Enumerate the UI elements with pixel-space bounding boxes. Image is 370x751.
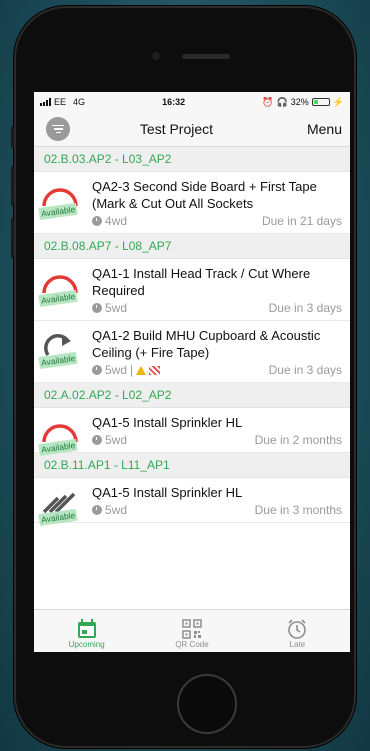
volume-down-button bbox=[11, 218, 14, 258]
task-row[interactable]: Available QA1-5 Install Sprinkler HL 5wd… bbox=[34, 478, 350, 526]
duration-icon bbox=[92, 365, 102, 375]
task-due: Due in 21 days bbox=[261, 214, 342, 228]
tab-bar: Upcoming QR Code Late bbox=[34, 609, 350, 652]
nav-bar: Test Project Menu bbox=[34, 112, 350, 147]
battery-percent: 32% bbox=[290, 97, 309, 107]
status-icon-wrap: Available bbox=[38, 329, 84, 369]
page-title: Test Project bbox=[139, 121, 214, 137]
task-meta: 4wd Due in 21 days bbox=[92, 212, 350, 233]
tab-upcoming[interactable]: Upcoming bbox=[34, 610, 139, 652]
task-title: QA1-5 Install Sprinkler HL bbox=[92, 415, 243, 430]
menu-button[interactable]: Menu bbox=[307, 121, 342, 137]
warning-icon bbox=[136, 365, 147, 375]
duration-icon bbox=[92, 505, 102, 515]
section-header: 02.B.08.AP7 - L08_AP7 bbox=[34, 234, 350, 259]
home-button[interactable] bbox=[177, 674, 237, 734]
app-screen: EE 4G 16:32 ⏰ 🎧 32% ⚡ Test Project Menu … bbox=[34, 92, 350, 652]
hazard-stripes-icon bbox=[149, 365, 161, 375]
status-icon-wrap: Available bbox=[38, 267, 84, 307]
battery-icon bbox=[311, 98, 330, 106]
task-meta: 5wd | Due in 3 days bbox=[92, 361, 350, 382]
signal-icon bbox=[40, 98, 51, 106]
section-header: 02.A.02.AP2 - L02_AP2 bbox=[34, 383, 350, 408]
earpiece-speaker bbox=[182, 54, 230, 59]
alarm-icon: ⏰ bbox=[262, 96, 274, 107]
section-header: 02.B.11.AP1 - L11_AP1 bbox=[34, 453, 350, 478]
tab-qr-code[interactable]: QR Code bbox=[139, 610, 244, 652]
qr-code-icon bbox=[182, 619, 202, 639]
task-list: 02.B.03.AP2 - L03_AP2 Available QA2-3 Se… bbox=[34, 147, 350, 526]
network-label: 4G bbox=[73, 97, 86, 107]
task-meta: 5wd Due in 3 days bbox=[92, 299, 350, 320]
duration-icon bbox=[92, 216, 102, 226]
task-title: QA1-5 Install Sprinkler HL bbox=[92, 485, 243, 500]
status-icon-wrap: Available bbox=[38, 416, 84, 456]
task-meta: 5wd Due in 2 months bbox=[92, 431, 350, 452]
calendar-icon bbox=[77, 619, 96, 638]
filter-icon[interactable] bbox=[46, 117, 70, 141]
task-duration: 5wd bbox=[105, 433, 128, 447]
task-meta: 5wd Due in 3 months bbox=[92, 501, 350, 522]
tab-label: Upcoming bbox=[68, 640, 105, 649]
task-title: QA1-1 Install Head Track / Cut Where Req… bbox=[92, 266, 311, 298]
task-row[interactable]: Available QA1-2 Build MHU Cupboard & Aco… bbox=[34, 321, 350, 383]
task-title: QA1-2 Build MHU Cupboard & Acoustic Ceil… bbox=[92, 328, 321, 360]
task-due: Due in 3 days bbox=[268, 363, 342, 377]
tab-label: QR Code bbox=[175, 640, 209, 649]
tab-late[interactable]: Late bbox=[245, 610, 350, 652]
charging-icon: ⚡ bbox=[332, 96, 344, 107]
task-due: Due in 3 days bbox=[268, 301, 342, 315]
task-duration: 5wd bbox=[105, 301, 128, 315]
alarm-clock-icon bbox=[288, 619, 307, 639]
section-header: 02.B.03.AP2 - L03_AP2 bbox=[34, 147, 350, 172]
duration-icon bbox=[92, 303, 102, 313]
task-row[interactable]: Available QA1-1 Install Head Track / Cut… bbox=[34, 259, 350, 321]
front-camera bbox=[152, 52, 160, 60]
task-duration: 5wd bbox=[105, 503, 128, 517]
task-title: QA2-3 Second Side Board + First Tape (Ma… bbox=[92, 179, 317, 211]
clock: 16:32 bbox=[162, 97, 186, 107]
task-row[interactable]: Available QA2-3 Second Side Board + Firs… bbox=[34, 172, 350, 234]
duration-icon bbox=[92, 435, 102, 445]
status-bar: EE 4G 16:32 ⏰ 🎧 32% ⚡ bbox=[34, 92, 350, 112]
task-duration: 5wd bbox=[105, 363, 128, 377]
carrier-label: EE bbox=[54, 97, 67, 107]
task-duration: 4wd bbox=[105, 214, 128, 228]
meta-separator: | bbox=[130, 363, 134, 377]
status-icon-wrap: Available bbox=[38, 180, 84, 220]
tab-label: Late bbox=[289, 640, 306, 649]
task-due: Due in 3 months bbox=[254, 503, 342, 517]
headphones-icon: 🎧 bbox=[276, 96, 288, 107]
volume-up-button bbox=[11, 166, 14, 206]
task-row[interactable]: Available QA1-5 Install Sprinkler HL 5wd… bbox=[34, 408, 350, 456]
status-icon-wrap: Available bbox=[38, 486, 84, 526]
task-due: Due in 2 months bbox=[254, 433, 342, 447]
mute-switch bbox=[11, 126, 14, 148]
